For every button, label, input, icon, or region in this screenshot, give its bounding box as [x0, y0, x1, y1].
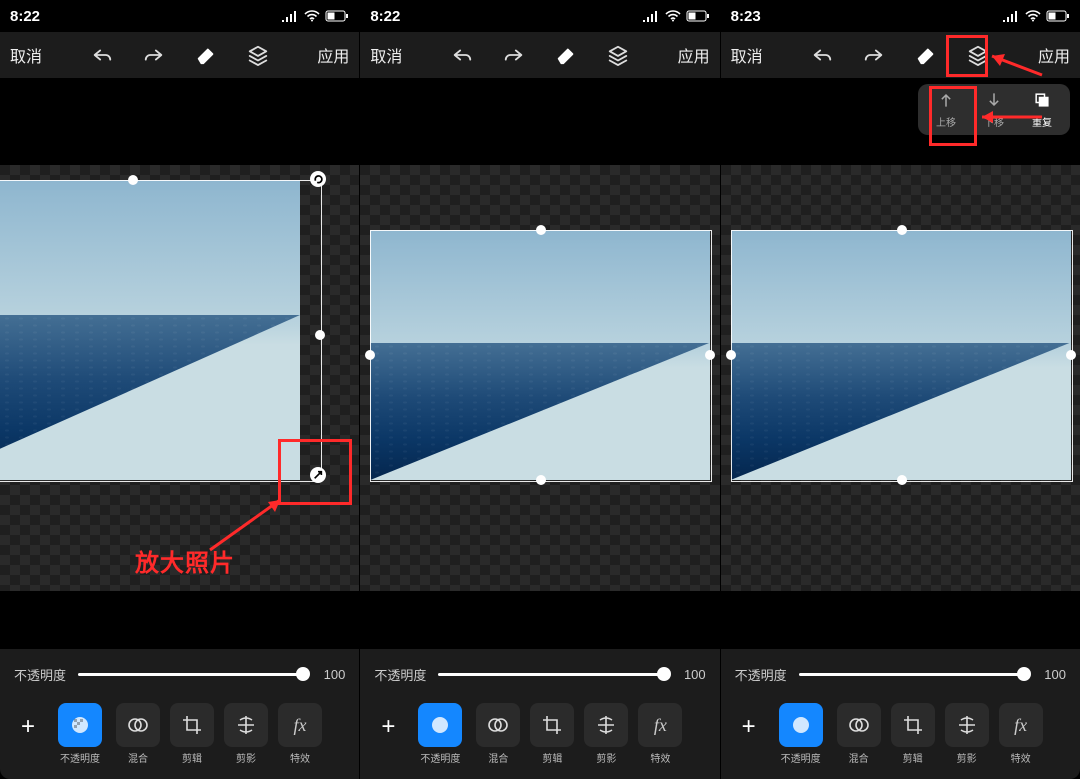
rotate-handle-tr[interactable]: [310, 171, 326, 187]
tool-fx[interactable]: fx特效: [997, 703, 1045, 765]
handle-top-mid[interactable]: [128, 175, 138, 185]
status-indicators: [281, 10, 349, 22]
status-time: 8:22: [10, 8, 40, 25]
signal-icon: [281, 10, 299, 22]
tool-shadow[interactable]: 剪影: [222, 703, 270, 765]
opacity-slider[interactable]: 不透明度 100: [368, 649, 711, 699]
signal-icon: [642, 10, 660, 22]
battery-icon: [325, 10, 349, 22]
tool-blend[interactable]: 混合: [474, 703, 522, 765]
annotation-box-duplicate: [929, 86, 977, 146]
tool-opacity[interactable]: 不透明度: [52, 703, 108, 765]
slider-label: 不透明度: [374, 665, 426, 684]
tool-row: + 不透明度 混合 剪辑 剪影 fx特效: [8, 699, 351, 779]
undo-icon[interactable]: [811, 44, 833, 66]
slider-thumb[interactable]: [657, 667, 671, 681]
slider-track[interactable]: [799, 673, 1024, 676]
add-button[interactable]: +: [10, 703, 46, 751]
annotation-box-layers: [946, 35, 988, 77]
tool-crop[interactable]: 剪辑: [168, 703, 216, 765]
status-indicators: [642, 10, 710, 22]
top-toolbar: 取消 应用: [360, 32, 719, 78]
selection-box[interactable]: [0, 180, 322, 482]
status-bar: 8:22: [360, 0, 719, 30]
undo-icon[interactable]: [451, 44, 473, 66]
wifi-icon: [1025, 10, 1041, 22]
layers-icon[interactable]: [247, 44, 269, 66]
opacity-slider[interactable]: 不透明度 100: [729, 649, 1072, 699]
annotation-label-enlarge: 放大照片: [135, 543, 235, 578]
handle-top-mid[interactable]: [897, 225, 907, 235]
apply-button[interactable]: 应用: [678, 43, 710, 67]
layers-icon[interactable]: [607, 44, 629, 66]
top-toolbar: 取消 应用: [0, 32, 359, 78]
signal-icon: [1002, 10, 1020, 22]
bottom-panel: 不透明度 100 + 不透明度 混合 剪辑 剪影 fx特效: [721, 649, 1080, 779]
add-button[interactable]: +: [370, 703, 406, 751]
slider-thumb[interactable]: [296, 667, 310, 681]
bottom-panel: 不透明度 100 + 不透明度 混合 剪辑 剪影 fx特效: [360, 649, 719, 779]
handle-left-mid[interactable]: [726, 350, 736, 360]
slider-value: 100: [1036, 667, 1066, 682]
status-bar: 8:23: [721, 0, 1080, 30]
tool-opacity[interactable]: 不透明度: [773, 703, 829, 765]
eraser-icon[interactable]: [195, 44, 217, 66]
edit-canvas[interactable]: [360, 165, 719, 591]
slider-value: 100: [676, 667, 706, 682]
redo-icon[interactable]: [503, 44, 525, 66]
slider-track[interactable]: [78, 673, 303, 676]
apply-button[interactable]: 应用: [317, 43, 349, 67]
selection-box[interactable]: [370, 230, 712, 482]
eraser-icon[interactable]: [555, 44, 577, 66]
tool-fx[interactable]: fx特效: [636, 703, 684, 765]
edit-canvas[interactable]: 放大照片: [0, 165, 359, 591]
tool-blend[interactable]: 混合: [835, 703, 883, 765]
opacity-slider[interactable]: 不透明度 100: [8, 649, 351, 699]
battery-icon: [1046, 10, 1070, 22]
edit-canvas[interactable]: [721, 165, 1080, 591]
screen-2: 8:22 取消 应用 不透明度 100: [359, 0, 719, 779]
screen-1: 8:22 取消 应用 放大照片 不透明度: [0, 0, 359, 779]
wifi-icon: [304, 10, 320, 22]
tool-blend[interactable]: 混合: [114, 703, 162, 765]
wifi-icon: [665, 10, 681, 22]
tool-fx[interactable]: fx特效: [276, 703, 324, 765]
status-indicators: [1002, 10, 1070, 22]
redo-icon[interactable]: [863, 44, 885, 66]
slider-track[interactable]: [438, 673, 663, 676]
handle-bottom-mid[interactable]: [897, 475, 907, 485]
status-time: 8:22: [370, 8, 400, 25]
screen-3: 8:23 取消 应用 上移 下移 重复: [720, 0, 1080, 779]
tool-shadow[interactable]: 剪影: [943, 703, 991, 765]
redo-icon[interactable]: [143, 44, 165, 66]
cancel-button[interactable]: 取消: [731, 43, 763, 67]
tool-row: + 不透明度 混合 剪辑 剪影 fx特效: [729, 699, 1072, 779]
battery-icon: [686, 10, 710, 22]
add-button[interactable]: +: [731, 703, 767, 751]
tool-row: + 不透明度 混合 剪辑 剪影 fx特效: [368, 699, 711, 779]
slider-thumb[interactable]: [1017, 667, 1031, 681]
slider-label: 不透明度: [14, 665, 66, 684]
handle-right-mid[interactable]: [1066, 350, 1076, 360]
annotation-arrow-duplicate: [977, 105, 1047, 130]
slider-label: 不透明度: [735, 665, 787, 684]
handle-right-mid[interactable]: [315, 330, 325, 340]
tutorial-triptych: 8:22 取消 应用 放大照片 不透明度: [0, 0, 1080, 779]
status-bar: 8:22: [0, 0, 359, 30]
tool-opacity[interactable]: 不透明度: [412, 703, 468, 765]
cancel-button[interactable]: 取消: [370, 43, 402, 67]
status-time: 8:23: [731, 8, 761, 25]
cancel-button[interactable]: 取消: [10, 43, 42, 67]
selection-box[interactable]: [731, 230, 1073, 482]
bottom-panel: 不透明度 100 + 不透明度 混合 剪辑 剪影 fx特效: [0, 649, 359, 779]
tool-crop[interactable]: 剪辑: [889, 703, 937, 765]
tool-crop[interactable]: 剪辑: [528, 703, 576, 765]
tool-shadow[interactable]: 剪影: [582, 703, 630, 765]
annotation-arrow-layers: [987, 50, 1047, 80]
undo-icon[interactable]: [91, 44, 113, 66]
eraser-icon[interactable]: [915, 44, 937, 66]
slider-value: 100: [315, 667, 345, 682]
